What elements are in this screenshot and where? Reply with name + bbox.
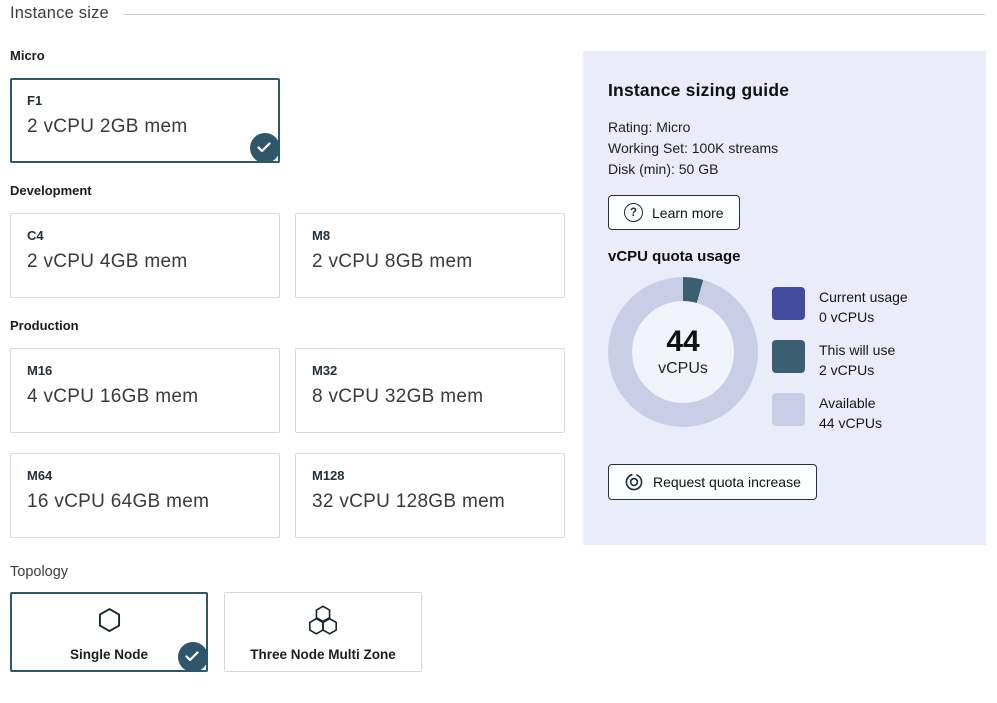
card-tier-label: M8 bbox=[312, 228, 548, 243]
quota-chart-row: 44 vCPUs Current usage 0 vCPUs This will… bbox=[608, 277, 961, 446]
learn-more-label: Learn more bbox=[652, 205, 724, 221]
guide-info: Rating: Micro Working Set: 100K streams … bbox=[608, 117, 961, 180]
topology-card-three-node-multi-zone[interactable]: Three Node Multi Zone bbox=[224, 592, 422, 672]
topology-label: Single Node bbox=[70, 647, 148, 662]
section-label-micro: Micro bbox=[10, 48, 570, 63]
request-quota-increase-label: Request quota increase bbox=[653, 474, 801, 490]
card-tier-label: M32 bbox=[312, 363, 548, 378]
card-spec-label: 16 vCPU 64GB mem bbox=[27, 491, 263, 513]
request-quota-increase-button[interactable]: Request quota increase bbox=[608, 464, 817, 500]
development-row: C4 2 vCPU 4GB mem M8 2 vCPU 8GB mem bbox=[10, 213, 570, 298]
instance-size-page: Instance size Micro F1 2 vCPU 2GB mem De… bbox=[0, 0, 997, 703]
section-label-production: Production bbox=[10, 318, 570, 333]
guide-rating: Rating: Micro bbox=[608, 117, 961, 138]
quota-usage-title: vCPU quota usage bbox=[608, 248, 961, 265]
legend-label: Available bbox=[819, 395, 876, 411]
card-tier-label: M16 bbox=[27, 363, 263, 378]
instance-card-m128[interactable]: M128 32 vCPU 128GB mem bbox=[295, 453, 565, 538]
card-spec-label: 4 vCPU 16GB mem bbox=[27, 386, 263, 408]
donut-center-value: 44 bbox=[666, 326, 699, 358]
topology-row: Single Node Three Node Multi Zone bbox=[10, 592, 570, 672]
page-title: Instance size bbox=[10, 4, 109, 23]
instance-card-m32[interactable]: M32 8 vCPU 32GB mem bbox=[295, 348, 565, 433]
instance-card-f1[interactable]: F1 2 vCPU 2GB mem bbox=[10, 78, 280, 163]
vcpu-quota-donut-chart: 44 vCPUs bbox=[608, 277, 758, 427]
legend-swatch-this-will-use bbox=[772, 340, 805, 373]
quota-legend: Current usage 0 vCPUs This will use 2 vC… bbox=[772, 287, 908, 446]
micro-row: F1 2 vCPU 2GB mem bbox=[10, 78, 570, 163]
donut-center-label: vCPUs bbox=[658, 360, 708, 378]
card-tier-label: F1 bbox=[27, 93, 263, 108]
quota-target-icon bbox=[624, 472, 644, 492]
legend-item-current-usage: Current usage 0 vCPUs bbox=[772, 287, 908, 327]
legend-item-this-will-use: This will use 2 vCPUs bbox=[772, 340, 908, 380]
production-row-2: M64 16 vCPU 64GB mem M128 32 vCPU 128GB … bbox=[10, 453, 570, 538]
page-header: Instance size bbox=[10, 4, 985, 23]
learn-more-button[interactable]: ? Learn more bbox=[608, 195, 740, 230]
legend-swatch-current-usage bbox=[772, 287, 805, 320]
legend-label: Current usage bbox=[819, 289, 908, 305]
instance-card-m8[interactable]: M8 2 vCPU 8GB mem bbox=[295, 213, 565, 298]
instance-size-options: Micro F1 2 vCPU 2GB mem Development C4 2… bbox=[10, 48, 570, 672]
card-spec-label: 8 vCPU 32GB mem bbox=[312, 386, 548, 408]
card-spec-label: 2 vCPU 2GB mem bbox=[27, 116, 263, 138]
card-spec-label: 2 vCPU 8GB mem bbox=[312, 251, 548, 273]
section-label-development: Development bbox=[10, 183, 570, 198]
instance-sizing-guide-panel: Instance sizing guide Rating: Micro Work… bbox=[583, 51, 986, 545]
legend-value: 0 vCPUs bbox=[819, 309, 874, 325]
legend-label: This will use bbox=[819, 342, 895, 358]
three-hexagons-icon bbox=[304, 605, 342, 637]
guide-working-set: Working Set: 100K streams bbox=[608, 138, 961, 159]
card-tier-label: C4 bbox=[27, 228, 263, 243]
section-label-topology: Topology bbox=[10, 564, 570, 580]
instance-card-m16[interactable]: M16 4 vCPU 16GB mem bbox=[10, 348, 280, 433]
legend-value: 2 vCPUs bbox=[819, 362, 874, 378]
legend-swatch-available bbox=[772, 393, 805, 426]
topology-card-single-node[interactable]: Single Node bbox=[10, 592, 208, 672]
production-row-1: M16 4 vCPU 16GB mem M32 8 vCPU 32GB mem bbox=[10, 348, 570, 433]
card-tier-label: M64 bbox=[27, 468, 263, 483]
guide-disk: Disk (min): 50 GB bbox=[608, 159, 961, 180]
card-spec-label: 2 vCPU 4GB mem bbox=[27, 251, 263, 273]
instance-card-c4[interactable]: C4 2 vCPU 4GB mem bbox=[10, 213, 280, 298]
legend-item-available: Available 44 vCPUs bbox=[772, 393, 908, 433]
topology-label: Three Node Multi Zone bbox=[250, 647, 396, 662]
selected-check-icon bbox=[178, 642, 208, 672]
guide-title: Instance sizing guide bbox=[608, 80, 961, 101]
legend-value: 44 vCPUs bbox=[819, 415, 882, 431]
instance-card-m64[interactable]: M64 16 vCPU 64GB mem bbox=[10, 453, 280, 538]
question-circle-icon: ? bbox=[624, 203, 643, 222]
card-spec-label: 32 vCPU 128GB mem bbox=[312, 491, 548, 513]
single-hexagon-icon bbox=[97, 605, 122, 637]
card-tier-label: M128 bbox=[312, 468, 548, 483]
selected-check-icon bbox=[250, 133, 280, 163]
donut-center: 44 vCPUs bbox=[632, 301, 734, 403]
header-divider bbox=[123, 14, 985, 15]
